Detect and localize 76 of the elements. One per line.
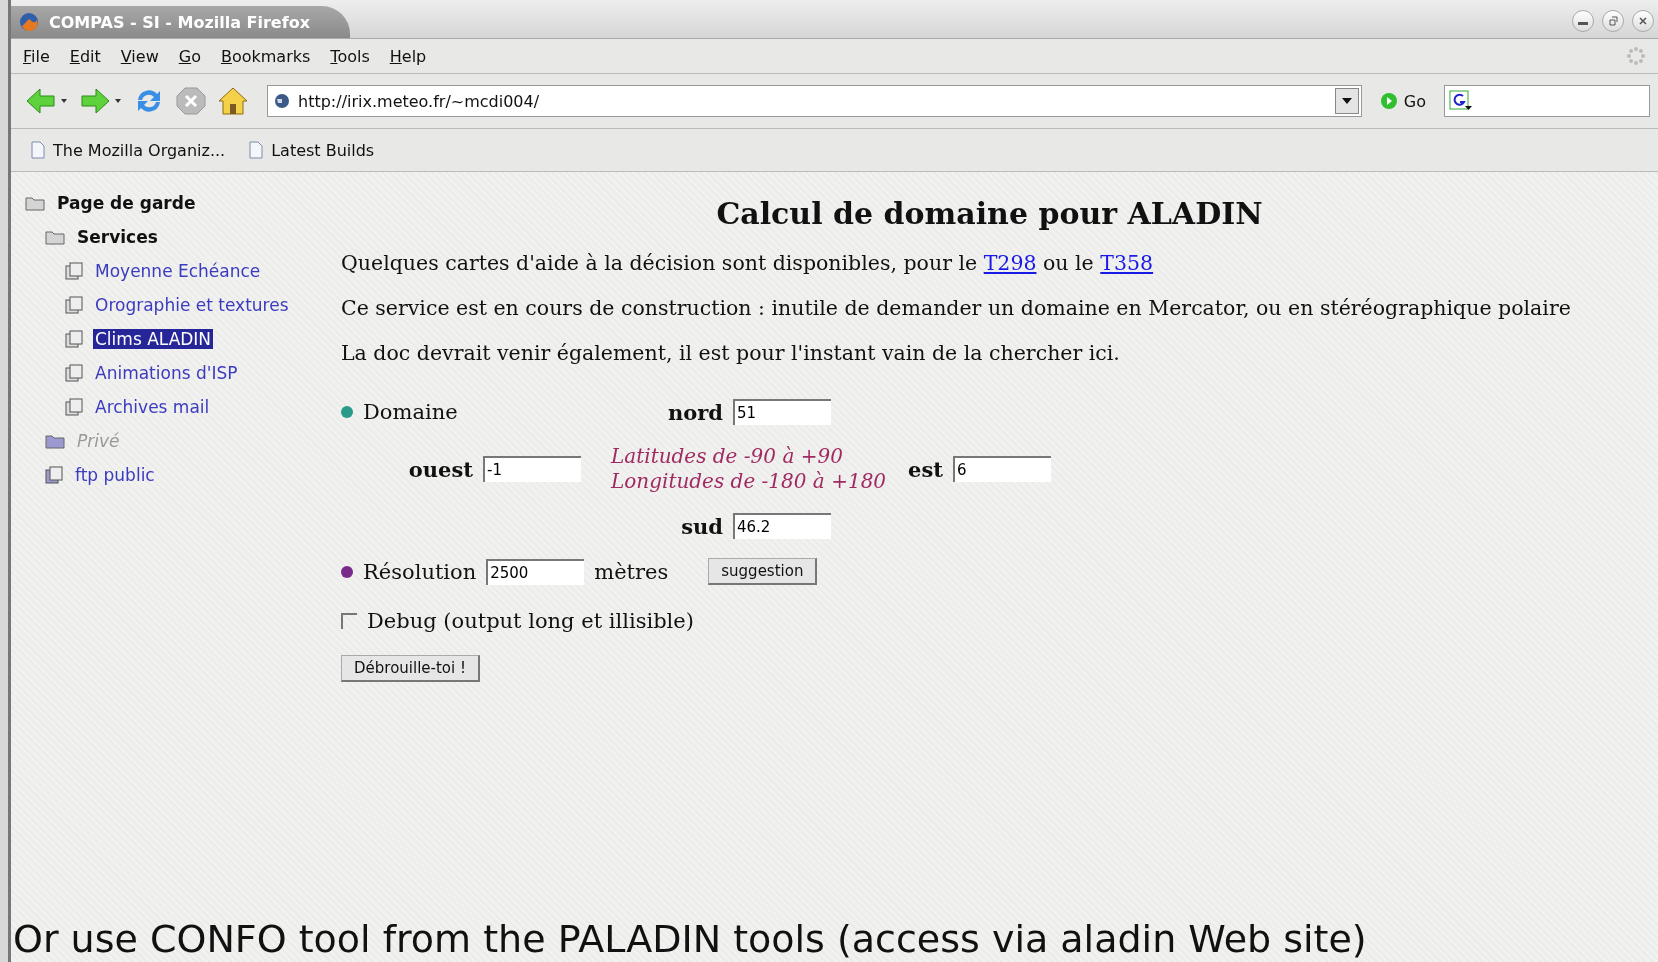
folder-icon — [45, 433, 65, 449]
stop-button[interactable] — [175, 86, 207, 116]
suggestion-button[interactable]: suggestion — [708, 558, 818, 585]
field-label: est — [908, 456, 943, 482]
coordinate-field[interactable]: -1 — [483, 456, 581, 482]
document-icon — [65, 262, 83, 280]
section-label: Domaine — [363, 400, 458, 424]
document-icon — [45, 466, 63, 484]
search-engine-icon — [1449, 90, 1473, 112]
menu-item[interactable]: Bookmarks — [220, 46, 311, 66]
address-field[interactable]: http://irix.meteo.fr/~mcdi004/ — [267, 85, 1362, 117]
close-button[interactable] — [1632, 10, 1654, 32]
minimize-icon — [1578, 22, 1588, 25]
folder-icon — [25, 195, 45, 211]
caret-icon — [1341, 98, 1352, 104]
bookmark-link[interactable]: Latest Builds — [249, 140, 375, 160]
tree-item[interactable]: Orographie et textures — [93, 295, 291, 315]
window-title: COMPAS - SI - Mozilla Firefox — [49, 12, 310, 32]
range-hint: Longitudes de -180 à +180 — [611, 469, 888, 494]
play-icon — [1379, 92, 1398, 110]
close-icon — [1638, 16, 1648, 26]
coordinate-field[interactable]: 46.2 — [733, 513, 831, 539]
go-button[interactable]: Go — [1371, 91, 1434, 111]
coordinate-field[interactable]: 6 — [953, 456, 1051, 482]
back-button[interactable] — [25, 86, 69, 116]
search-field[interactable] — [1444, 85, 1650, 117]
range-hint: Latitudes de -90 à +90 — [611, 444, 844, 469]
menu-item[interactable]: Help — [389, 46, 427, 66]
document-icon — [65, 398, 83, 416]
home-button[interactable] — [217, 86, 249, 116]
menu-item[interactable]: Go — [178, 46, 201, 66]
paragraph: Quelques cartes d'aide à la décision sont disponibles, pour le T298 ou le T358 — [341, 251, 1155, 275]
throbber-icon — [1626, 46, 1646, 66]
tree-item[interactable]: ftp public — [73, 465, 157, 485]
menu-item[interactable]: File — [23, 46, 50, 66]
folder-icon — [45, 229, 65, 245]
bullet-icon — [341, 406, 353, 418]
resolution-field[interactable]: 2500 — [486, 558, 585, 585]
minimize-button[interactable] — [1572, 10, 1594, 32]
tree-item[interactable]: Archives mail — [93, 397, 212, 417]
dropdown-button[interactable] — [1334, 88, 1359, 114]
browser-logo-icon — [19, 12, 39, 32]
tree-item[interactable]: Services — [75, 227, 160, 247]
coordinate-field[interactable]: 51 — [733, 399, 831, 425]
globe-icon — [274, 93, 290, 109]
field-label: ouest — [408, 456, 473, 482]
bookmark-link[interactable]: The Mozilla Organiz... — [31, 140, 226, 160]
document-icon — [65, 296, 83, 314]
tree-item[interactable]: Animations d'ISP — [93, 363, 240, 383]
submit-button[interactable]: Débrouille-toi ! — [341, 655, 480, 682]
forward-button[interactable] — [79, 86, 123, 116]
menu-item[interactable]: View — [120, 46, 159, 66]
field-label: sud — [681, 513, 723, 539]
menu-item[interactable]: Edit — [69, 46, 101, 66]
document-icon — [65, 364, 83, 382]
tree-item[interactable]: Clims ALADIN — [93, 329, 214, 349]
link[interactable]: T298 — [983, 251, 1037, 275]
restore-icon — [1608, 16, 1618, 26]
section-label: Résolution — [363, 559, 477, 584]
paragraph: Ce service est en cours de construction : inutile de demander un domaine en Mercator, ou en stéréographique polaire — [341, 296, 1572, 320]
checkbox[interactable] — [341, 613, 357, 629]
tree-item[interactable]: Page de garde — [55, 193, 198, 213]
restore-button[interactable] — [1602, 10, 1624, 32]
page-heading: Calcul de domaine pour ALADIN — [715, 196, 1264, 231]
menu-item[interactable]: Tools — [330, 46, 370, 66]
checkbox-label: Debug (output long et illisible) — [367, 609, 694, 633]
link[interactable]: T358 — [1100, 251, 1154, 275]
paragraph: La doc devrait venir également, il est pour l'instant vain de la chercher ici. — [341, 341, 1121, 365]
field-label: nord — [667, 399, 723, 425]
unit-label: mètres — [594, 559, 669, 584]
document-icon — [65, 330, 83, 348]
document-icon — [31, 141, 45, 159]
slide-caption: Or use CONFO tool from the PALADIN tools (access via aladin Web site) — [13, 916, 1367, 962]
document-icon — [249, 141, 264, 159]
bullet-icon — [341, 565, 353, 578]
tree-item[interactable]: Moyenne Echéance — [93, 261, 263, 281]
